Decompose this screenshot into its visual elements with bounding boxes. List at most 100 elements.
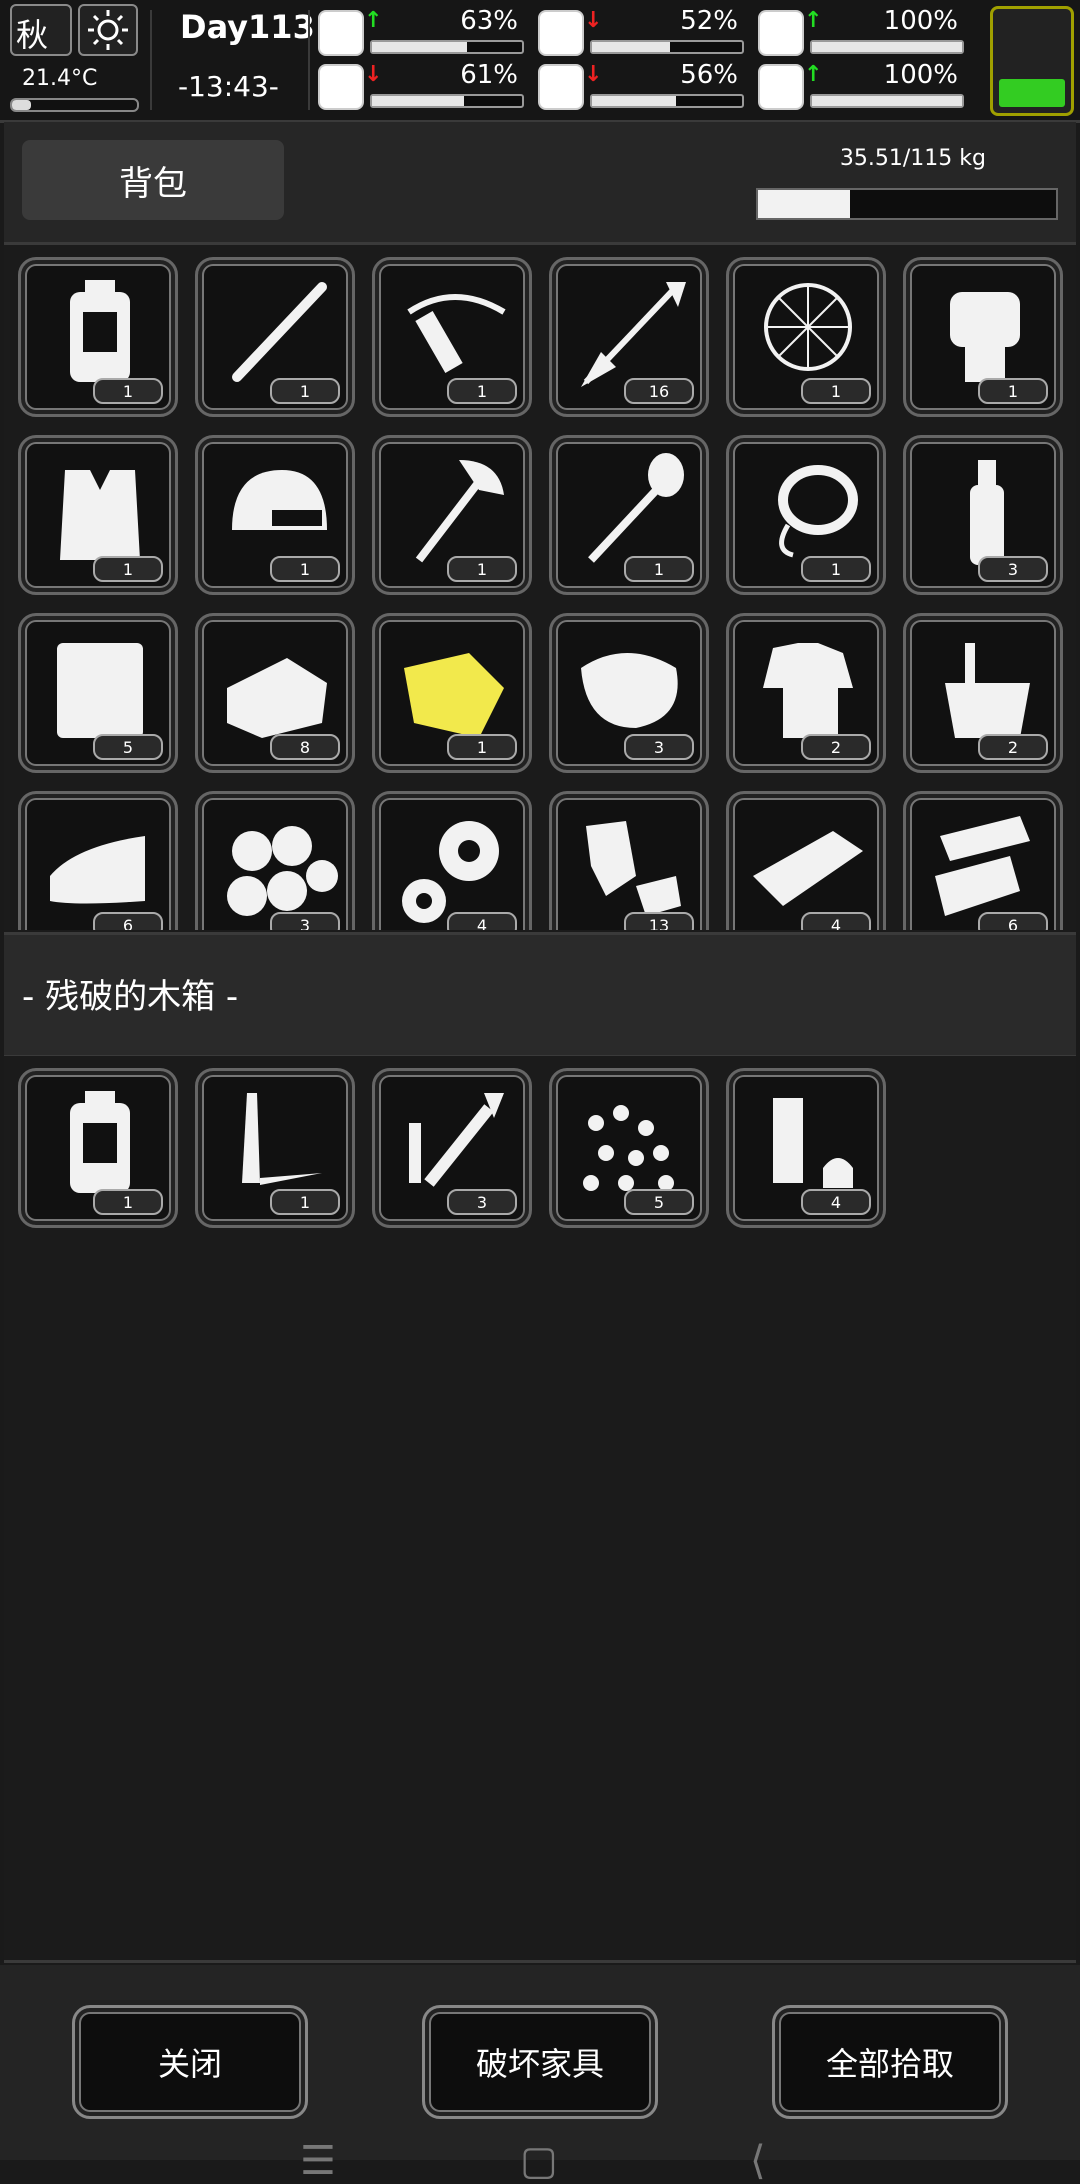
item-count-badge: 4 xyxy=(801,912,871,930)
item-count-badge: 4 xyxy=(801,1189,871,1215)
trend-down-icon: ↓ xyxy=(584,62,603,87)
bag-item-slot[interactable]: 6 xyxy=(18,791,178,930)
stat-medicine-bar-fill xyxy=(812,42,962,52)
item-count-badge: 3 xyxy=(447,1189,517,1215)
stat-health: ↑ 63% xyxy=(318,6,528,58)
trend-down-icon: ↓ xyxy=(584,8,603,33)
battery-indicator[interactable] xyxy=(990,6,1074,116)
bag-item-slot[interactable]: 3 xyxy=(903,435,1063,595)
stat-health-bar-fill xyxy=(372,42,467,52)
bag-item-slot[interactable]: 1 xyxy=(372,257,532,417)
day-counter: Day113 xyxy=(180,8,315,46)
close-button-label: 关闭 xyxy=(157,2045,222,2083)
tab-bag[interactable]: 背包 xyxy=(22,140,284,220)
container-item-slot[interactable]: 4 xyxy=(726,1068,886,1228)
stat-mood-bar-fill xyxy=(812,96,962,106)
stat-mood-value: 100% xyxy=(883,60,958,90)
item-count-badge: 1 xyxy=(447,556,517,582)
item-count-badge: 5 xyxy=(93,734,163,760)
container-header: - 残破的木箱 - xyxy=(4,932,1076,1058)
item-count-badge: 3 xyxy=(624,734,694,760)
item-count-badge: 1 xyxy=(624,556,694,582)
stat-hunger: ↓ 52% xyxy=(538,6,748,58)
stat-medicine-value: 100% xyxy=(883,6,958,36)
temperature-bar-fill xyxy=(12,100,31,110)
stat-thirst-bar xyxy=(590,94,744,108)
item-count-badge: 16 xyxy=(624,378,694,404)
nav-home-icon[interactable]: ▢ xyxy=(520,2138,558,2184)
weight-bar-fill xyxy=(758,190,851,218)
temperature-value: 21.4°C xyxy=(22,66,98,91)
bag-item-slot[interactable]: 8 xyxy=(195,613,355,773)
stat-thirst-bar-fill xyxy=(592,96,676,106)
temperature-bar xyxy=(10,98,139,112)
stat-health-value: 63% xyxy=(460,6,518,36)
item-count-badge: 1 xyxy=(270,1189,340,1215)
bag-item-slot[interactable]: 1 xyxy=(372,613,532,773)
boot-icon xyxy=(318,64,364,110)
bag-item-slot[interactable]: 5 xyxy=(18,613,178,773)
close-button[interactable]: 关闭 xyxy=(72,2005,308,2119)
bag-item-slot[interactable]: 1 xyxy=(549,435,709,595)
container-item-slot[interactable]: 5 xyxy=(549,1068,709,1228)
item-count-badge: 4 xyxy=(447,912,517,930)
stat-stamina-value: 61% xyxy=(460,60,518,90)
stat-stamina: ↓ 61% xyxy=(318,60,528,112)
container-item-slot[interactable]: 3 xyxy=(372,1068,532,1228)
weight-bar xyxy=(756,188,1058,220)
heart-icon xyxy=(758,64,804,110)
container-item-slot[interactable]: 1 xyxy=(18,1068,178,1228)
stat-hunger-value: 52% xyxy=(680,6,738,36)
item-count-badge: 13 xyxy=(624,912,694,930)
item-count-badge: 2 xyxy=(801,734,871,760)
item-count-badge: 2 xyxy=(978,734,1048,760)
item-count-badge: 6 xyxy=(93,912,163,930)
item-count-badge: 1 xyxy=(270,378,340,404)
item-count-badge: 1 xyxy=(447,378,517,404)
bag-item-slot[interactable]: 13 xyxy=(549,791,709,930)
bag-item-slot[interactable]: 4 xyxy=(726,791,886,930)
pickup-all-button[interactable]: 全部拾取 xyxy=(772,2005,1008,2119)
destroy-furniture-button[interactable]: 破坏家具 xyxy=(422,2005,658,2119)
bag-item-slot[interactable]: 1 xyxy=(726,257,886,417)
item-count-badge: 1 xyxy=(93,556,163,582)
action-bar: 关闭 破坏家具 全部拾取 xyxy=(0,1965,1080,2160)
bag-item-slot[interactable]: 1 xyxy=(726,435,886,595)
item-count-badge: 3 xyxy=(978,556,1048,582)
stat-health-bar xyxy=(370,40,524,54)
bag-item-slot[interactable]: 4 xyxy=(372,791,532,930)
bag-item-slot[interactable]: 3 xyxy=(195,791,355,930)
bag-item-slot[interactable]: 1 xyxy=(195,435,355,595)
trend-up-icon: ↑ xyxy=(364,8,383,33)
stat-stamina-bar xyxy=(370,94,524,108)
item-count-badge: 1 xyxy=(978,378,1048,404)
bag-item-slot[interactable]: 2 xyxy=(903,613,1063,773)
bag-item-slot[interactable]: 16 xyxy=(549,257,709,417)
clock-time: -13:43- xyxy=(178,70,279,103)
tab-bag-label: 背包 xyxy=(119,163,187,204)
nav-back-icon[interactable]: ⟨ xyxy=(750,2138,766,2184)
bag-item-slot[interactable]: 3 xyxy=(549,613,709,773)
destroy-furniture-button-label: 破坏家具 xyxy=(475,2045,604,2083)
bag-item-slot[interactable]: 1 xyxy=(903,257,1063,417)
medkit-icon xyxy=(318,10,364,56)
bag-item-slot[interactable]: 1 xyxy=(372,435,532,595)
bag-item-slot[interactable]: 2 xyxy=(726,613,886,773)
status-bar: 秋 21.4°C Day113 -13:43- ↑ 63% ↓ 52% ↑ 100% ↓ 61… xyxy=(0,0,1080,123)
item-count-badge: 1 xyxy=(801,556,871,582)
item-count-badge: 1 xyxy=(447,734,517,760)
container-item-slot[interactable]: 1 xyxy=(195,1068,355,1228)
trend-up-icon: ↑ xyxy=(804,8,823,33)
bag-item-slot[interactable]: 1 xyxy=(195,257,355,417)
bag-item-slot[interactable]: 1 xyxy=(18,257,178,417)
trend-down-icon: ↓ xyxy=(364,62,383,87)
bag-inventory-grid[interactable]: 1 1 1 16 1 1 1 1 1 1 1 3 5 8 1 3 2 2 6 3 4 13 4 6 xyxy=(4,245,1076,930)
item-count-badge: 6 xyxy=(978,912,1048,930)
bag-item-slot[interactable]: 1 xyxy=(18,435,178,595)
nav-menu-icon[interactable]: ☰ xyxy=(300,2138,336,2184)
container-inventory-grid[interactable]: 1 1 3 5 4 xyxy=(4,1056,1076,1963)
bag-item-slot[interactable]: 6 xyxy=(903,791,1063,930)
bag-header: 背包 35.51/115 kg xyxy=(4,122,1076,245)
item-count-badge: 1 xyxy=(801,378,871,404)
item-count-badge: 1 xyxy=(270,556,340,582)
